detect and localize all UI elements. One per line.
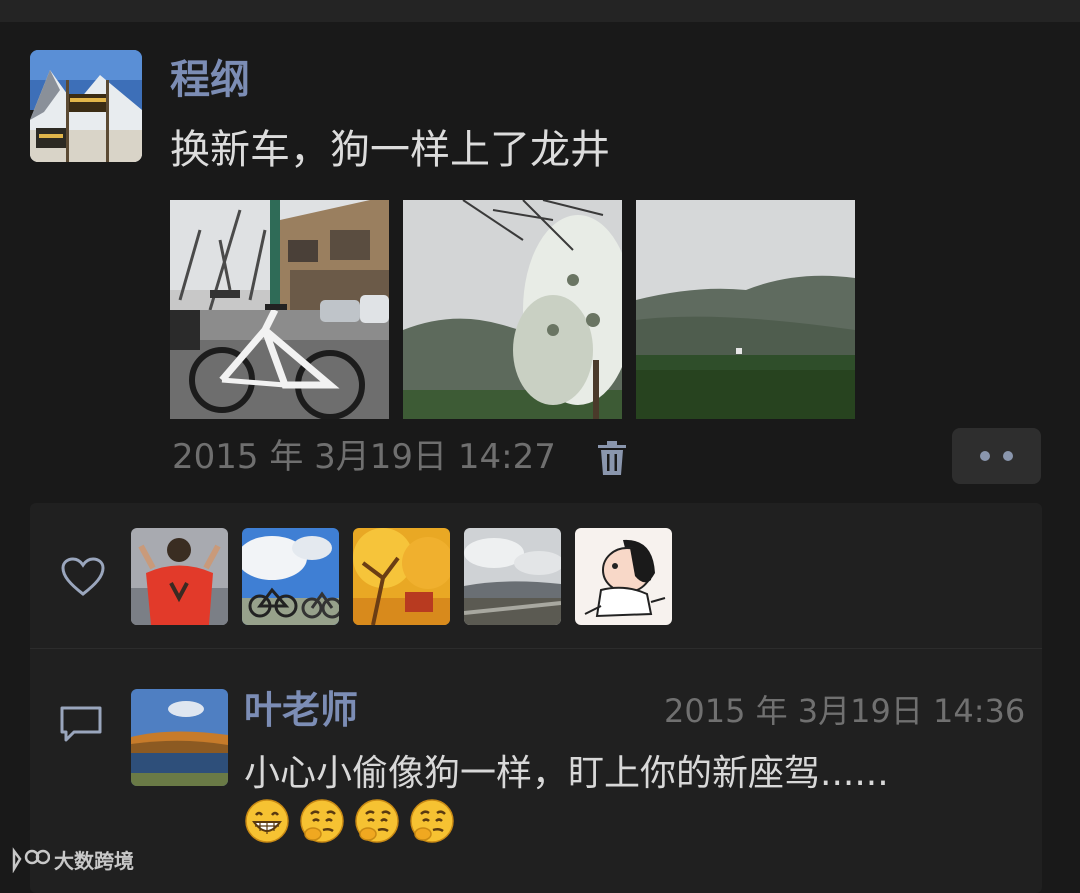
bike-street-photo[interactable] xyxy=(170,200,389,419)
poster-avatar[interactable] xyxy=(30,50,142,162)
poster-name[interactable]: 程纲 xyxy=(170,52,250,108)
heart-icon xyxy=(61,557,105,596)
liker-autumn-tree[interactable] xyxy=(353,528,450,625)
post-text: 换新车，狗一样上了龙井 xyxy=(170,127,610,173)
two-dots-icon xyxy=(980,451,990,461)
liker-bicycles[interactable] xyxy=(242,528,339,625)
top-bar xyxy=(0,0,1080,22)
comment-text: 小心小偷像狗一样，盯上你的新座驾...... xyxy=(244,753,889,794)
comment-bubble-icon xyxy=(60,706,102,742)
liker-red-shirt[interactable] xyxy=(131,528,228,625)
hmm-emoji xyxy=(410,799,455,843)
post-timestamp: 2015 年 3月19日 14:27 xyxy=(172,437,556,477)
commenter-name[interactable]: 叶老师 xyxy=(244,684,358,736)
watermark-text: 大数跨境 xyxy=(54,848,134,873)
watermark-logo-icon xyxy=(12,847,50,873)
panel-divider xyxy=(30,648,1042,649)
grin-emoji xyxy=(245,799,289,843)
hmm-emoji xyxy=(300,799,344,843)
hmm-emoji xyxy=(355,799,399,843)
liker-cartoon[interactable] xyxy=(575,528,672,625)
tea-field-hills-photo[interactable] xyxy=(636,200,855,419)
liker-cloudy-field[interactable] xyxy=(464,528,561,625)
more-options-button[interactable] xyxy=(952,428,1041,484)
magnolia-hills-photo[interactable] xyxy=(403,200,622,419)
trash-icon[interactable] xyxy=(592,438,632,478)
commenter-avatar[interactable] xyxy=(131,689,228,786)
watermark: 大数跨境 xyxy=(10,845,134,873)
comment-timestamp: 2015 年 3月19日 14:36 xyxy=(664,692,1026,730)
comment-emojis xyxy=(244,798,459,846)
